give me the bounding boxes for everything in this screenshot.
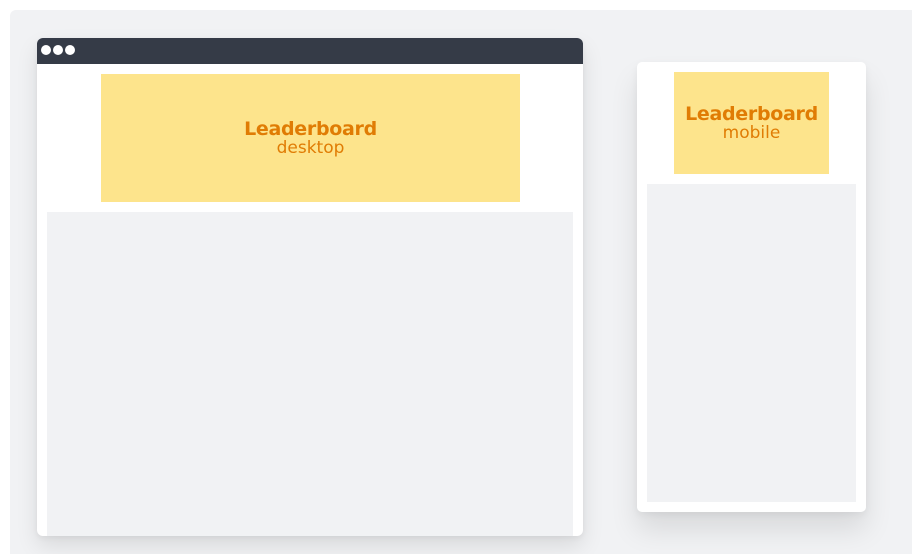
ad-slot-subtitle: desktop <box>276 138 345 158</box>
ad-slot-title: Leaderboard <box>685 103 818 125</box>
mobile-content-placeholder <box>647 184 856 502</box>
window-dot-icon <box>41 45 51 55</box>
window-dot-icon <box>53 45 63 55</box>
mobile-device-mockup: Leaderboard mobile <box>637 62 866 512</box>
leaderboard-desktop-ad-slot: Leaderboard desktop <box>101 74 520 202</box>
browser-titlebar <box>37 38 583 64</box>
leaderboard-mobile-ad-slot: Leaderboard mobile <box>674 72 829 174</box>
desktop-content-placeholder <box>47 212 573 536</box>
ad-slot-subtitle: mobile <box>722 123 781 143</box>
ad-slot-title: Leaderboard <box>244 118 377 140</box>
window-dot-icon <box>65 45 75 55</box>
desktop-browser-mockup: Leaderboard desktop <box>37 38 583 536</box>
